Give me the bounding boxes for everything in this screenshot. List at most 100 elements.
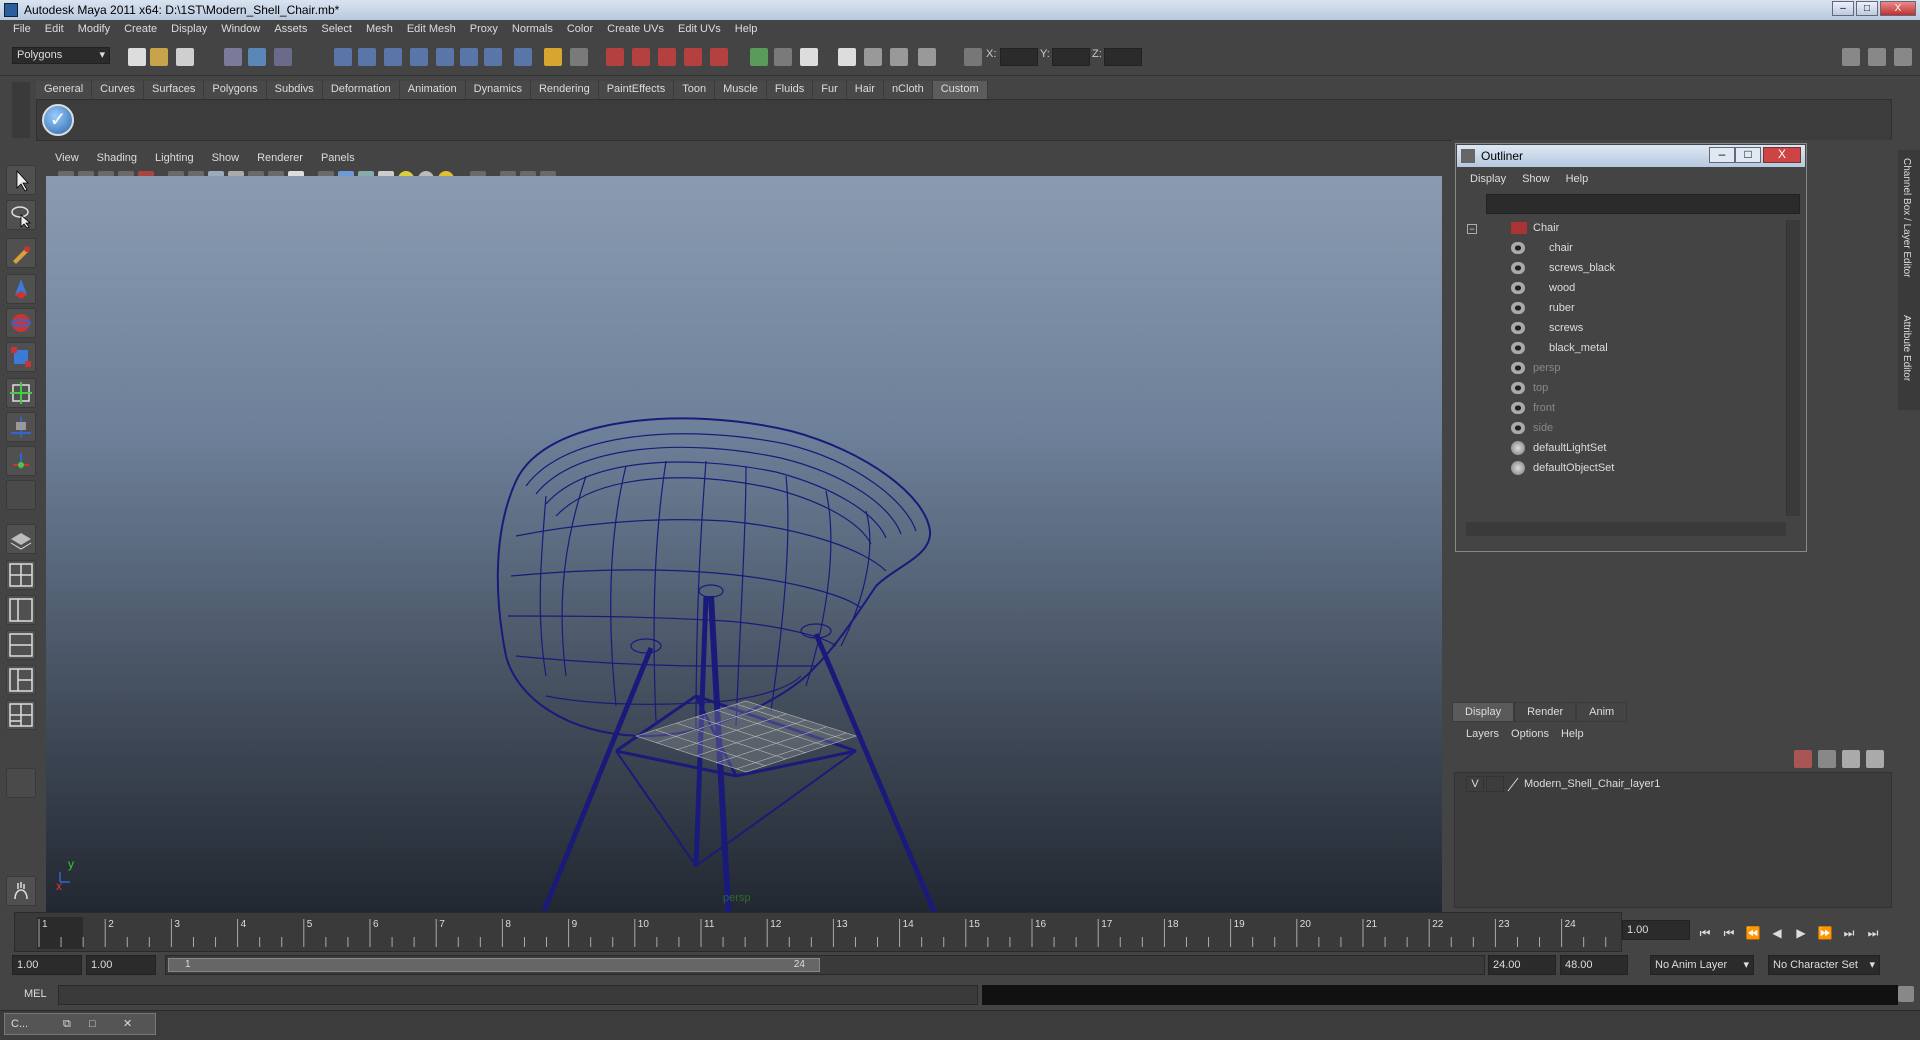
- outliner-item[interactable]: defaultObjectSet: [1511, 458, 1614, 478]
- render-settings-icon[interactable]: [658, 48, 676, 66]
- select-hierarchy-icon[interactable]: [224, 48, 242, 66]
- layer-row[interactable]: V Modern_Shell_Chair_layer1: [1458, 774, 1888, 794]
- menu-edit-uvs[interactable]: Edit UVs: [671, 23, 728, 35]
- layout-more-icon[interactable]: [6, 768, 36, 798]
- soft-mod-tool-icon[interactable]: [6, 412, 36, 442]
- z-field[interactable]: [1104, 48, 1142, 66]
- layer-color-swatch[interactable]: [1506, 776, 1520, 792]
- layer-tab-display[interactable]: Display: [1452, 702, 1515, 722]
- go-to-end-icon[interactable]: ⏭: [1864, 924, 1882, 942]
- snap-surface-icon[interactable]: [436, 48, 454, 66]
- outliner-close-button[interactable]: X: [1763, 147, 1801, 163]
- y-field[interactable]: [1052, 48, 1090, 66]
- layer-tab-anim[interactable]: Anim: [1576, 702, 1628, 722]
- playback-end-field[interactable]: 24.00: [1488, 955, 1556, 975]
- toggle-attribute-editor-icon[interactable]: [1842, 48, 1860, 66]
- menu-help[interactable]: Help: [728, 23, 765, 35]
- rotate-tool-icon[interactable]: [6, 308, 36, 338]
- shelf-tab-hair[interactable]: Hair: [846, 81, 884, 99]
- close-icon[interactable]: ✕: [123, 1014, 132, 1034]
- command-input[interactable]: [58, 985, 978, 1005]
- select-object-icon[interactable]: [248, 48, 266, 66]
- shelf-tab-dynamics[interactable]: Dynamics: [465, 81, 531, 99]
- shelf-menu-handle[interactable]: [12, 82, 30, 138]
- outliner-menu-help[interactable]: Help: [1558, 173, 1597, 185]
- play-forwards-icon[interactable]: ▶: [1792, 924, 1810, 942]
- outliner-item[interactable]: side: [1511, 418, 1553, 438]
- shelf-tab-deformation[interactable]: Deformation: [322, 81, 400, 99]
- outliner-item[interactable]: ruber: [1511, 298, 1575, 318]
- step-back-key-icon[interactable]: ⏮: [1720, 924, 1738, 942]
- outliner-vertical-scrollbar[interactable]: [1786, 220, 1800, 516]
- menu-proxy[interactable]: Proxy: [463, 23, 505, 35]
- layer-visibility-toggle[interactable]: V: [1466, 776, 1484, 792]
- shelf-tab-curves[interactable]: Curves: [92, 81, 144, 99]
- menu-assets[interactable]: Assets: [267, 23, 314, 35]
- shelf-tab-muscle[interactable]: Muscle: [715, 81, 767, 99]
- viewport-menu-renderer[interactable]: Renderer: [248, 152, 312, 168]
- viewport-menu-show[interactable]: Show: [203, 152, 249, 168]
- attr-editor-icon[interactable]: [750, 48, 768, 66]
- last-tool-icon[interactable]: [6, 480, 36, 510]
- quick-layout-icon[interactable]: [6, 876, 36, 906]
- new-layer-selected-icon[interactable]: [1866, 750, 1884, 768]
- new-scene-icon[interactable]: [128, 48, 146, 66]
- collapse-icon[interactable]: −: [1467, 224, 1477, 234]
- construction-icon[interactable]: [484, 48, 502, 66]
- layer-display-type-toggle[interactable]: [1486, 776, 1504, 792]
- layer-tab-render[interactable]: Render: [1514, 702, 1577, 722]
- shelf-tab-animation[interactable]: Animation: [399, 81, 466, 99]
- layer-menu-layers[interactable]: Layers: [1460, 728, 1505, 740]
- layout-hypershade-icon[interactable]: [6, 665, 36, 695]
- end-time-field[interactable]: 48.00: [1560, 955, 1628, 975]
- current-frame-field[interactable]: 1.00: [1622, 920, 1690, 940]
- menu-edit-mesh[interactable]: Edit Mesh: [400, 23, 463, 35]
- checkmark-icon[interactable]: ✓: [42, 104, 74, 136]
- move-tool-icon[interactable]: [6, 274, 36, 304]
- new-layer-icon[interactable]: [1842, 750, 1860, 768]
- toggle-tool-settings-icon[interactable]: [1868, 48, 1886, 66]
- outliner-item[interactable]: persp: [1511, 358, 1561, 378]
- menu-create-uvs[interactable]: Create UVs: [600, 23, 671, 35]
- shelf-tab-fluids[interactable]: Fluids: [766, 81, 814, 99]
- outliner-item[interactable]: screws_black: [1511, 258, 1615, 278]
- shelf-tab-subdivs[interactable]: Subdivs: [266, 81, 323, 99]
- menu-edit[interactable]: Edit: [38, 23, 71, 35]
- layout-four-icon[interactable]: [6, 560, 36, 590]
- step-forward-frame-icon[interactable]: ⏩: [1816, 924, 1834, 942]
- manipulator-tool-icon[interactable]: [6, 378, 36, 408]
- shelf-tab-ncloth[interactable]: nCloth: [883, 81, 933, 99]
- viewport-persp[interactable]: x y: [46, 176, 1442, 912]
- anim-layer-dropdown[interactable]: No Anim Layer ▾: [1650, 955, 1754, 975]
- outliner-menu-show[interactable]: Show: [1514, 173, 1558, 185]
- outliner-minimize-button[interactable]: –: [1709, 147, 1735, 163]
- history-icon[interactable]: [460, 48, 478, 66]
- play-backwards-icon[interactable]: ◀: [1768, 924, 1786, 942]
- panel-layout-icon[interactable]: [838, 48, 856, 66]
- menu-window[interactable]: Window: [214, 23, 267, 35]
- delete-layer-icon[interactable]: [1794, 750, 1812, 768]
- close-button[interactable]: X: [1880, 1, 1916, 16]
- tool-settings-icon[interactable]: [774, 48, 792, 66]
- layout-outliner-icon[interactable]: [6, 595, 36, 625]
- shelf-tab-rendering[interactable]: Rendering: [530, 81, 599, 99]
- outliner-item[interactable]: screws: [1511, 318, 1583, 338]
- outliner-item[interactable]: black_metal: [1511, 338, 1608, 358]
- outliner-horizontal-scrollbar[interactable]: [1466, 522, 1786, 536]
- menu-display[interactable]: Display: [164, 23, 214, 35]
- render-view-icon[interactable]: [710, 48, 728, 66]
- shelf-tab-surfaces[interactable]: Surfaces: [143, 81, 205, 99]
- snap-view-icon[interactable]: [410, 48, 428, 66]
- viewport-menu-panels[interactable]: Panels: [312, 152, 364, 168]
- outliner-item[interactable]: wood: [1511, 278, 1575, 298]
- lasso-tool-icon[interactable]: [6, 200, 36, 230]
- side-tab-attribute-editor[interactable]: Attribute Editor: [1901, 315, 1912, 381]
- menu-normals[interactable]: Normals: [505, 23, 560, 35]
- step-back-frame-icon[interactable]: ⏪: [1744, 924, 1762, 942]
- select-component-icon[interactable]: [274, 48, 292, 66]
- snap-point-icon[interactable]: [384, 48, 402, 66]
- shelf-tab-fur[interactable]: Fur: [813, 81, 847, 99]
- go-to-start-icon[interactable]: ⏮: [1696, 924, 1714, 942]
- toggle-channel-box-icon[interactable]: [1894, 48, 1912, 66]
- graph-editor-icon[interactable]: [890, 48, 908, 66]
